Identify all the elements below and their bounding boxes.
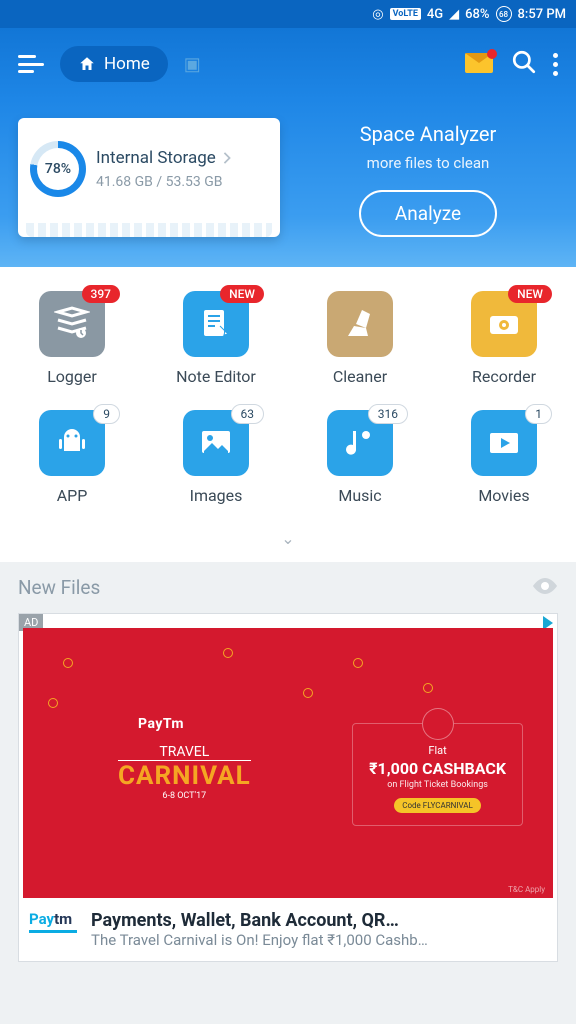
badge: 1 <box>525 404 552 424</box>
storage-percent: 78% <box>37 148 79 190</box>
tools-grid: Logger397Note EditorNEWCleanerRecorderNE… <box>0 267 576 562</box>
grid-item-label: Movies <box>444 486 564 505</box>
storage-card[interactable]: 78% Internal Storage 41.68 GB / 53.53 GB <box>18 118 280 237</box>
ad-subline: The Travel Carnival is On! Enjoy flat ₹1… <box>91 931 428 949</box>
grid-item-label: Cleaner <box>300 367 420 386</box>
badge: 63 <box>231 404 265 424</box>
battery-text: 68% <box>465 7 489 22</box>
home-label: Home <box>104 54 150 74</box>
grid-item-cleaner[interactable]: Cleaner <box>300 291 420 386</box>
badge: NEW <box>508 285 552 303</box>
broom-icon <box>327 291 393 357</box>
grid-item-images[interactable]: Images63 <box>156 410 276 505</box>
grid-item-label: Recorder <box>444 367 564 386</box>
grid-item-label: Logger <box>12 367 132 386</box>
ad-cashback-box: Flat ₹1,000 CASHBACK on Flight Ticket Bo… <box>352 723 523 826</box>
hero-section: 78% Internal Storage 41.68 GB / 53.53 GB… <box>0 100 576 267</box>
storage-usage: 41.68 GB / 53.53 GB <box>96 174 232 190</box>
more-icon[interactable] <box>553 53 558 76</box>
new-files-label: New Files <box>18 576 100 599</box>
chevron-right-icon <box>222 152 232 164</box>
storage-title: Internal Storage <box>96 148 216 168</box>
battery-ring-icon: 68 <box>496 6 512 22</box>
grid-item-recorder[interactable]: RecorderNEW <box>444 291 564 386</box>
signal-icon: ◢ <box>449 7 459 22</box>
volte-badge: VoLTE <box>390 8 421 20</box>
clock: 8:57 PM <box>518 7 567 22</box>
menu-icon[interactable] <box>18 55 44 73</box>
ad-brand: PayTm <box>138 716 184 732</box>
ad-banner[interactable]: PayTm TRAVEL CARNIVAL 6-8 OCT'17 Flat ₹1… <box>23 628 553 898</box>
storage-ring-icon: 78% <box>30 141 86 197</box>
mail-icon[interactable] <box>465 53 495 75</box>
grid-item-app[interactable]: APP9 <box>12 410 132 505</box>
grid-item-label: Images <box>156 486 276 505</box>
app-header: Home ▣ <box>0 28 576 100</box>
status-bar: ◎ VoLTE 4G ◢ 68% 68 8:57 PM <box>0 0 576 28</box>
analyze-button[interactable]: Analyze <box>359 190 497 237</box>
ad-card[interactable]: AD PayTm TRAVEL CARNIVAL 6-8 OCT'17 Flat… <box>18 613 558 962</box>
ad-terms: T&C Apply <box>508 885 545 894</box>
badge: 9 <box>93 404 120 424</box>
grid-item-label: Note Editor <box>156 367 276 386</box>
eye-icon[interactable] <box>532 577 558 599</box>
plane-icon <box>422 708 454 740</box>
window-icon[interactable]: ▣ <box>184 54 201 75</box>
hotspot-icon: ◎ <box>372 7 383 22</box>
grid-item-movies[interactable]: Movies1 <box>444 410 564 505</box>
analyzer-title: Space Analyzer <box>298 122 558 146</box>
network-label: 4G <box>427 7 443 22</box>
notification-dot-icon <box>487 49 497 59</box>
ad-carnival-logo: TRAVEL CARNIVAL 6-8 OCT'17 <box>118 744 251 801</box>
grid-item-label: Music <box>300 486 420 505</box>
home-icon <box>78 55 96 73</box>
analyzer-subtitle: more files to clean <box>298 154 558 172</box>
home-button[interactable]: Home <box>60 46 168 82</box>
grid-item-logger[interactable]: Logger397 <box>12 291 132 386</box>
search-icon[interactable] <box>511 49 537 79</box>
grid-item-label: APP <box>12 486 132 505</box>
grid-item-music[interactable]: Music316 <box>300 410 420 505</box>
badge: 397 <box>82 285 120 303</box>
ad-footer-logo: Paytm <box>29 910 77 928</box>
ad-footer[interactable]: Paytm Payments, Wallet, Bank Account, QR… <box>19 898 557 961</box>
badge: NEW <box>220 285 264 303</box>
grid-item-note-editor[interactable]: Note EditorNEW <box>156 291 276 386</box>
analyzer-block: Space Analyzer more files to clean Analy… <box>298 118 558 237</box>
badge: 316 <box>368 404 408 424</box>
ad-headline: Payments, Wallet, Bank Account, QR… <box>91 910 428 931</box>
new-files-header: New Files <box>0 562 576 613</box>
chevron-down-icon[interactable]: ⌄ <box>0 529 576 556</box>
